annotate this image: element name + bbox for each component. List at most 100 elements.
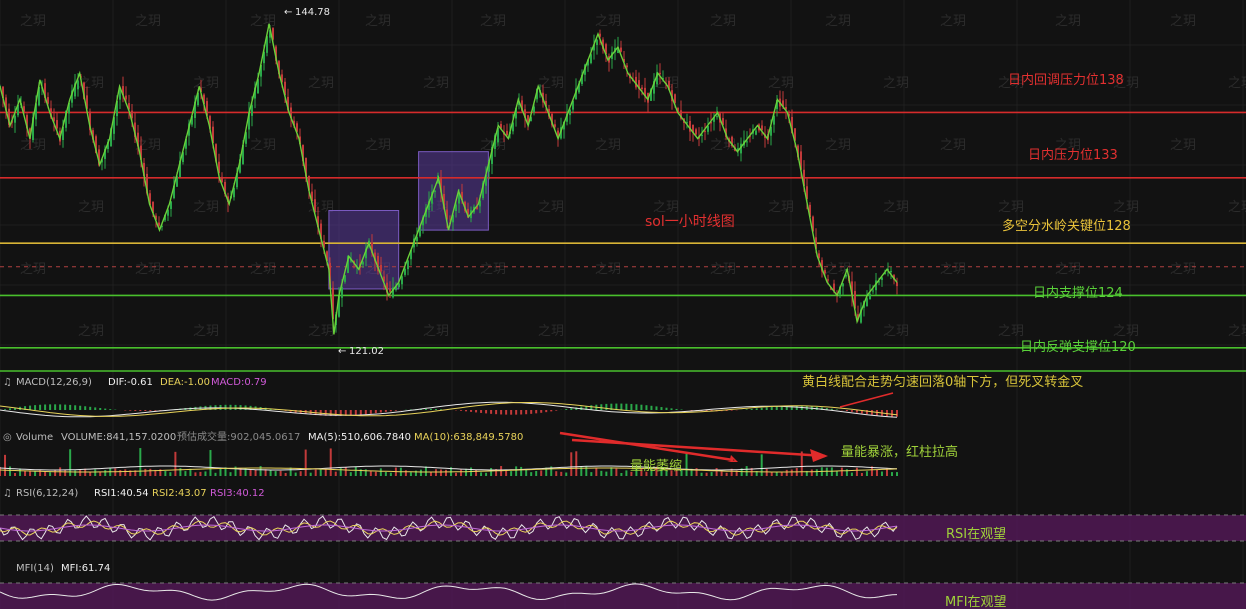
volume-bar <box>424 466 427 476</box>
macd-bar <box>74 405 77 410</box>
volume-bar <box>490 467 493 476</box>
chart-root: 之玥 之玥 之玥 之玥 之玥 之玥 之玥 之玥 之玥 之玥 之玥 之玥 之玥 之玥 之玥 之玥 之玥 之玥 之玥 之玥… <box>0 0 1246 609</box>
macd-bar <box>655 406 658 410</box>
macd-dif: DIF:-0.61 <box>108 377 153 388</box>
eye-icon[interactable]: ◎ <box>3 432 12 443</box>
watermark: 之玥 <box>768 324 794 339</box>
macd-bar <box>665 407 668 410</box>
candle-body <box>380 264 382 272</box>
macd-bar <box>545 410 548 413</box>
watermark: 之玥 <box>1055 262 1081 277</box>
price-chart: 之玥 之玥 之玥 之玥 之玥 之玥 之玥 之玥 之玥 之玥 之玥之玥 之玥 之玥 之玥 之玥 之玥 之玥 之玥 之玥… <box>0 0 1246 609</box>
volume-bar <box>530 472 533 476</box>
macd-bar <box>525 410 528 415</box>
volume-bar <box>384 471 387 476</box>
watermark: 之玥 <box>250 14 276 29</box>
volume-bar <box>485 472 488 476</box>
macd-bar <box>830 408 833 410</box>
volume-bar <box>79 469 82 476</box>
watermark: 之玥 <box>480 14 506 29</box>
candle-body <box>389 288 391 292</box>
candle-body <box>407 260 409 270</box>
arrow-shrink-line <box>559 431 734 462</box>
macd-bar <box>896 410 898 417</box>
candle-body <box>869 293 871 300</box>
volume-bar <box>475 469 478 476</box>
macd-bar <box>4 409 7 410</box>
volume-note-shrink: 量能萎缩 <box>630 458 682 474</box>
volume-bar <box>560 471 563 476</box>
candle-body <box>14 115 16 123</box>
macd-bar <box>760 407 763 410</box>
watermark: 之玥 <box>825 138 851 153</box>
watermark: 之玥 <box>1228 200 1246 215</box>
macd-bar <box>49 404 52 410</box>
macd-bar <box>530 410 533 414</box>
macd-bar <box>660 407 663 410</box>
level-label: 日内反弹支撑位120 <box>1020 339 1136 355</box>
volume-bar <box>434 469 437 476</box>
volume-bar <box>600 470 603 476</box>
watermark: 之玥 <box>193 200 219 215</box>
volume-ma5: MA(5):510,606.7840 <box>308 432 411 443</box>
macd-bar <box>149 410 152 411</box>
macd-bar <box>495 410 498 415</box>
volume-bar <box>204 471 207 476</box>
volume-bar <box>99 472 102 476</box>
high-label: 144.78 <box>295 7 330 18</box>
watermark: 之玥 <box>940 262 966 277</box>
macd-bar <box>775 406 778 410</box>
watermark: 之玥 <box>193 324 219 339</box>
mfi-note: MFI在观望 <box>945 594 1007 609</box>
watermark: 之玥 <box>1055 14 1081 29</box>
macd-bar <box>645 405 648 410</box>
volume-bar <box>124 469 127 476</box>
macd-bar <box>84 406 87 410</box>
macd-bar <box>570 408 573 410</box>
bell-icon[interactable]: ♫ <box>3 377 12 388</box>
macd-bar <box>515 410 518 415</box>
macd-bar <box>44 404 47 410</box>
volume-bar <box>64 469 67 476</box>
bell-icon[interactable]: ♫ <box>3 488 12 499</box>
macd-bar <box>795 405 798 410</box>
volume-bar <box>880 471 883 476</box>
macd-bar <box>550 410 553 412</box>
volume-bar <box>890 472 893 476</box>
watermark: 之玥 <box>250 138 276 153</box>
macd-bar <box>424 408 427 410</box>
consolidation-box <box>328 209 400 290</box>
volume-bar <box>444 469 447 476</box>
watermark: 之玥 <box>250 262 276 277</box>
candle-body <box>527 115 529 122</box>
mfi-title: MFI(14) <box>16 563 54 574</box>
volume-bar <box>725 472 728 476</box>
macd-bar <box>750 408 753 410</box>
macd-bar <box>765 407 768 410</box>
watermark: 之玥 <box>20 262 46 277</box>
macd-title: MACD(12,26,9) <box>16 377 92 388</box>
macd-bar <box>535 410 538 414</box>
macd-bar <box>600 404 603 410</box>
watermark: 之玥 <box>1170 138 1196 153</box>
macd-bar <box>369 410 372 414</box>
volume-bar <box>279 470 282 476</box>
level-label: 日内回调压力位138 <box>1008 72 1124 88</box>
macd-bar <box>890 410 893 417</box>
low-label: 121.02 <box>349 346 384 357</box>
volume-bar <box>565 472 568 476</box>
macd-arrow <box>839 392 894 408</box>
volume-bar <box>229 472 232 476</box>
macd-bar <box>389 410 392 412</box>
watermark: 之玥 <box>308 324 334 339</box>
level-label: 日内压力位133 <box>1028 147 1118 163</box>
macd-bar <box>635 404 638 410</box>
watermark: 之玥 <box>480 262 506 277</box>
candle-body <box>506 130 508 136</box>
macd-bar <box>99 407 102 410</box>
volume-value: VOLUME:841,157.0200 <box>61 432 176 443</box>
watermark: 之玥 <box>595 262 621 277</box>
volume-bar <box>149 468 152 476</box>
watermark: 之玥 <box>1170 262 1196 277</box>
watermark: 之玥 <box>653 324 679 339</box>
